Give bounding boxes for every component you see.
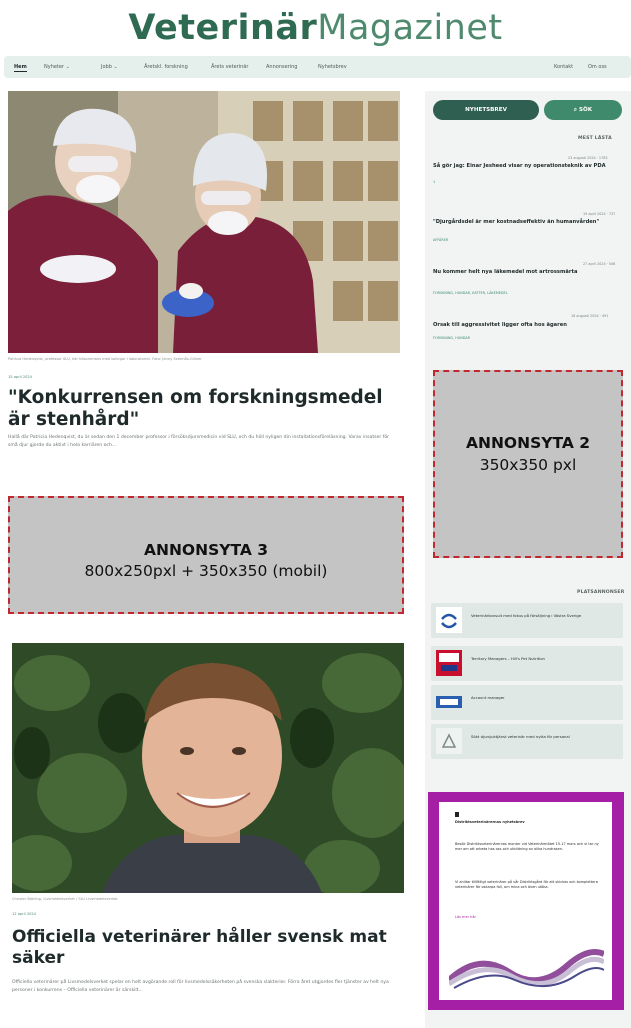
job-listing[interactable]: Sökt djursjuktjänst veterinär med nytta … bbox=[431, 724, 623, 759]
article-2-title[interactable]: Officiella veterinärer håller svensk mat… bbox=[12, 927, 404, 969]
ad-slot-3-title: ANNONSYTA 3 bbox=[143, 541, 269, 559]
article-1-date: 15 april 2024 bbox=[8, 375, 32, 379]
article-2-excerpt: Officiella veterinärer på Livsmedelsverk… bbox=[12, 980, 389, 993]
nav-item-jobs[interactable]: Jobb ⌄ bbox=[101, 64, 118, 70]
promo-ad-banner[interactable]: Distriktsveterinärernas nyhetsbrev Besök… bbox=[428, 792, 624, 1010]
most-read-title[interactable]: "Djurgårdsdel är mer kostnadseffektiv än… bbox=[433, 219, 623, 226]
nav-item-about[interactable]: Om oss bbox=[588, 64, 607, 70]
promo-brand: Distriktsveterinärernas nyhetsbrev bbox=[455, 820, 525, 824]
logo-part-magazinet: Magazinet bbox=[317, 8, 503, 48]
most-read-meta: 27 april 2024 · 546 bbox=[583, 262, 616, 266]
most-read-title[interactable]: Nu kommer helt nya läkemedel mot artross… bbox=[433, 269, 623, 276]
promo-logo-icon bbox=[455, 812, 459, 817]
main-nav: Hem Nyheter ⌄ Jobb ⌄ Åretskl. forskning … bbox=[4, 56, 631, 78]
article-2-image[interactable] bbox=[12, 643, 404, 893]
logo-part-veterinar: Veterinär bbox=[128, 8, 318, 48]
nav-item-vet-of-year[interactable]: Årets veterinär bbox=[211, 64, 248, 70]
most-read-meta: 19 april 2024 · 737 bbox=[583, 212, 616, 216]
article-1-title[interactable]: "Konkurrensen om forskningsmedel är sten… bbox=[8, 387, 400, 431]
ad-slot-3-size: 800x250pxl + 350x350 (mobil) bbox=[84, 562, 328, 580]
search-icon: ⌕ bbox=[573, 107, 578, 113]
nav-item-home[interactable]: Hem bbox=[14, 64, 27, 72]
promo-text-1: Besök Distriktsveterinärernas monter vid… bbox=[455, 842, 599, 851]
most-read-tag[interactable]: FORSKNING, HUNDAR, KATTER, LÄKEMEDEL bbox=[433, 291, 507, 295]
promo-wave-graphic bbox=[449, 949, 604, 989]
company-logo bbox=[436, 728, 462, 754]
company-logo bbox=[436, 650, 462, 676]
site-logo[interactable]: VeterinärMagazinet bbox=[0, 6, 631, 50]
search-button-label: SÖK bbox=[578, 107, 593, 113]
company-logo bbox=[436, 607, 462, 633]
promo-link[interactable]: Läs mer här bbox=[455, 915, 476, 920]
job-listing[interactable]: Veterinärkonsult med fokus på försäljnin… bbox=[431, 603, 623, 638]
most-read-meta: 23 augusti 2024 · 1783 bbox=[568, 156, 608, 160]
job-title: Sökt djursjuktjänst veterinär med nytta … bbox=[471, 734, 570, 739]
most-read-tag[interactable]: AFFÄRER bbox=[433, 238, 448, 242]
most-read-heading: MEST LÄSTA bbox=[578, 136, 612, 141]
article-2-caption: Christer Björling, Livsmedelsverket / SL… bbox=[12, 897, 118, 901]
job-title: Veterinärkonsult med fokus på försäljnin… bbox=[471, 613, 582, 618]
most-read-title[interactable]: Orsak till aggressivitet ligger ofta hos… bbox=[433, 322, 623, 329]
nav-item-research[interactable]: Åretskl. forskning bbox=[144, 64, 188, 70]
article-1-image[interactable] bbox=[8, 91, 400, 353]
job-listing[interactable]: Territory Managers – Hill's Pet Nutritio… bbox=[431, 646, 623, 681]
job-listing[interactable]: Account manager bbox=[431, 685, 623, 720]
ad-slot-2[interactable]: ANNONSYTA 2 350x350 pxl bbox=[433, 370, 623, 558]
promo-ad-content: Distriktsveterinärernas nyhetsbrev Besök… bbox=[439, 802, 612, 1000]
job-title: Account manager bbox=[471, 695, 505, 700]
most-read-tag[interactable]: FORSKNING, HUNDAR bbox=[433, 336, 470, 340]
article-1-excerpt: Hallå där Patricia Hedenqvist, du är sed… bbox=[8, 435, 390, 448]
nav-item-news[interactable]: Nyheter ⌄ bbox=[44, 64, 70, 70]
newsletter-button[interactable]: NYHETSBREV bbox=[433, 100, 539, 120]
most-read-meta: 18 augusti 2024 · 491 bbox=[571, 314, 609, 318]
company-logo bbox=[436, 689, 462, 715]
nav-item-advertising[interactable]: Annonsering bbox=[266, 64, 297, 70]
job-title: Territory Managers – Hill's Pet Nutritio… bbox=[471, 656, 545, 661]
nav-item-contact[interactable]: Kontakt bbox=[554, 64, 573, 70]
promo-text-2: Vi anlitar tillfälligt veterinärer på vå… bbox=[455, 880, 598, 889]
search-button[interactable]: ⌕ SÖK bbox=[544, 100, 622, 120]
nav-item-newsletter[interactable]: Nyhetsbrev bbox=[318, 64, 347, 70]
most-read-tag[interactable]: 1 bbox=[433, 180, 435, 184]
ad-slot-2-title: ANNONSYTA 2 bbox=[465, 434, 591, 452]
article-1-caption: Patricia Hedenqvist, professor SLU, här … bbox=[8, 357, 202, 361]
ad-slot-3[interactable]: ANNONSYTA 3 800x250pxl + 350x350 (mobil) bbox=[8, 496, 404, 614]
most-read-title[interactable]: Så gör jag: Einar Jesheed visar ny opera… bbox=[433, 163, 623, 170]
jobs-heading: PLATSANNONSER bbox=[577, 590, 625, 595]
ad-slot-2-size: 350x350 pxl bbox=[479, 456, 577, 474]
article-2-date: 12 april 2024 bbox=[12, 912, 36, 916]
